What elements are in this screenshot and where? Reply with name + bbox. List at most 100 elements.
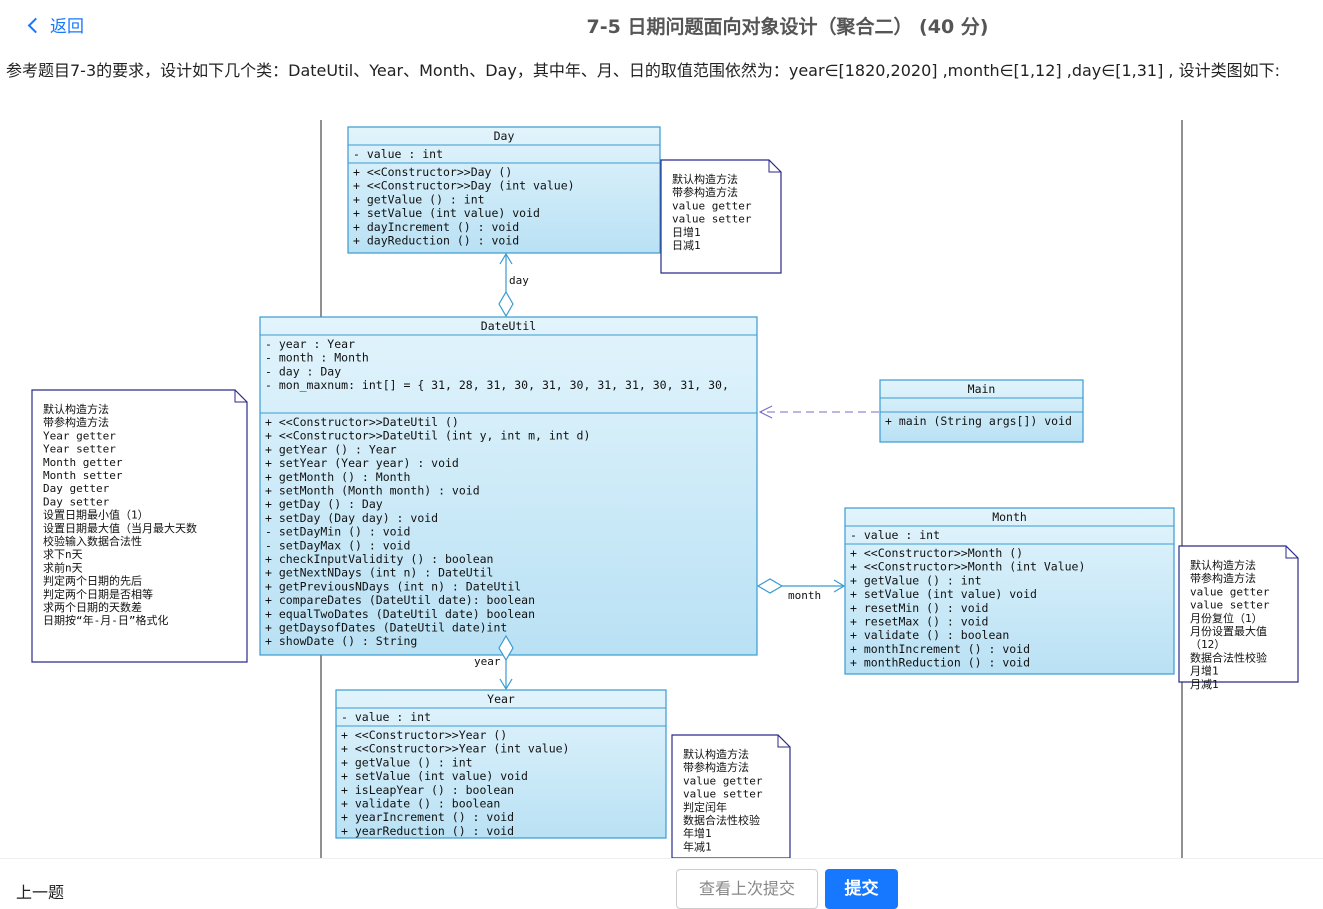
month-note-line: value getter bbox=[1190, 585, 1270, 598]
bottom-bar: 上一题 查看上次提交 提交 bbox=[0, 858, 1323, 909]
month-note-line: value setter bbox=[1190, 599, 1270, 612]
day-class: Day- value : int+ <<Constructor>>Day ()+… bbox=[347, 126, 661, 254]
day-attribute: - value : int bbox=[353, 147, 443, 161]
year-note-line: value setter bbox=[683, 788, 763, 801]
dateutil-note-line: 求下n天 bbox=[43, 548, 83, 561]
dateutil-note-line: 默认构造方法 bbox=[43, 402, 109, 416]
day-method: + dayReduction () : void bbox=[353, 234, 519, 248]
day-note-line: value getter bbox=[672, 199, 752, 212]
dateutil-note-line: Month getter bbox=[43, 456, 123, 469]
submit-button[interactable]: 提交 bbox=[825, 869, 898, 909]
dateutil-method: + setDay (Day day) : void bbox=[265, 511, 438, 525]
month-method: + <<Constructor>>Month () bbox=[850, 546, 1023, 560]
dateutil-attribute: - month : Month bbox=[265, 351, 369, 365]
year-method: + yearIncrement () : void bbox=[341, 810, 514, 824]
day-note: 默认构造方法带参构造方法value gettervalue setter日增1日… bbox=[660, 159, 782, 274]
dateutil-attribute: - mon_maxnum: int[] = { 31, 28, 31, 30, … bbox=[265, 378, 729, 392]
main-class-name: Main bbox=[968, 382, 996, 396]
view-last-submission-button[interactable]: 查看上次提交 bbox=[676, 869, 818, 909]
page-title: 7-5 日期问题面向对象设计（聚合二） (40 分) bbox=[586, 16, 989, 38]
day-note-line: 日增1 bbox=[672, 225, 701, 239]
month-note: 默认构造方法带参构造方法value gettervalue setter月份复位… bbox=[1178, 545, 1299, 691]
month-method: + monthReduction () : void bbox=[850, 656, 1030, 670]
dateutil-method: - setDayMax () : void bbox=[265, 538, 410, 552]
dateutil-method: + showDate () : String bbox=[265, 634, 417, 648]
year-note-line: 年增1 bbox=[683, 826, 712, 840]
year-note-line: 数据合法性校验 bbox=[683, 813, 760, 827]
dateutil-note-line: Year setter bbox=[43, 443, 116, 456]
dateutil-note-line: 求前n天 bbox=[43, 560, 83, 574]
top-bar: 返回 7-5 日期问题面向对象设计（聚合二） (40 分) bbox=[0, 0, 1323, 48]
year-method: + isLeapYear () : boolean bbox=[341, 783, 514, 797]
year-note-line: 带参构造方法 bbox=[683, 760, 749, 774]
day-method: + dayIncrement () : void bbox=[353, 220, 519, 234]
dateutil-note-line: 设置日期最大值（当月最大天数 bbox=[43, 521, 197, 535]
year-class-name: Year bbox=[487, 692, 515, 706]
day-note-line: 默认构造方法 bbox=[672, 172, 738, 186]
aggregation-diamond-icon bbox=[756, 578, 784, 594]
year-method: + getValue () : int bbox=[341, 755, 473, 769]
month-association-label: month bbox=[788, 589, 821, 602]
dateutil-note-line: 日期按“年-月-日”格式化 bbox=[43, 613, 169, 627]
dateutil-note-line: 校验输入数据合法性 bbox=[43, 534, 142, 548]
main-method: + main (String args[]) void bbox=[885, 414, 1072, 428]
day-method: + <<Constructor>>Day (int value) bbox=[353, 179, 575, 193]
dateutil-class-name: DateUtil bbox=[481, 319, 536, 333]
year-note-line: 默认构造方法 bbox=[683, 747, 749, 761]
dateutil-method: + getNextNDays (int n) : DateUtil bbox=[265, 566, 493, 580]
dateutil-method: + setYear (Year year) : void bbox=[265, 456, 459, 470]
dateutil-method: + <<Constructor>>DateUtil () bbox=[265, 415, 459, 429]
day-class-name: Day bbox=[494, 129, 515, 143]
day-method: + <<Constructor>>Day () bbox=[353, 165, 512, 179]
dateutil-method: - setDayMin () : void bbox=[265, 525, 410, 539]
year-class: Year - value : int + <<Constructor>>Year (… bbox=[335, 689, 667, 839]
dateutil-note-line: Day setter bbox=[43, 495, 110, 508]
month-note-line: （12） bbox=[1190, 638, 1225, 651]
dateutil-method: + checkInputValidity () : boolean bbox=[265, 552, 493, 566]
dateutil-method: + getYear () : Year bbox=[265, 442, 397, 456]
main-class: Main + main (String args[]) void bbox=[879, 379, 1084, 443]
year-method: + <<Constructor>>Year () bbox=[341, 728, 507, 742]
day-method: + getValue () : int bbox=[353, 192, 485, 206]
month-note-line: 默认构造方法 bbox=[1190, 558, 1256, 572]
dateutil-attribute: - day : Day bbox=[265, 364, 341, 378]
dateutil-method: + <<Constructor>>DateUtil (int y, int m,… bbox=[265, 429, 590, 443]
month-class: Month - value : int + <<Constructor>>Month… bbox=[844, 507, 1175, 675]
month-class-name: Month bbox=[992, 510, 1027, 524]
dateutil-attribute: - year : Year bbox=[265, 337, 355, 351]
month-method: + setValue (int value) void bbox=[850, 587, 1037, 601]
dateutil-method: + equalTwoDates (DateUtil date) boolean bbox=[265, 607, 535, 621]
year-method: + setValue (int value) void bbox=[341, 769, 528, 783]
year-method: + yearReduction () : void bbox=[341, 824, 514, 838]
dateutil-method: + getPreviousNDays (int n) : DateUtil bbox=[265, 579, 521, 593]
dateutil-note-line: Year getter bbox=[43, 429, 116, 442]
dateutil-method: + compareDates (DateUtil date): boolean bbox=[265, 593, 535, 607]
month-method: + <<Constructor>>Month (int Value) bbox=[850, 560, 1085, 574]
dateutil-note-line: 判定两个日期是否相等 bbox=[43, 587, 153, 601]
dateutil-note-line: 求两个日期的天数差 bbox=[43, 600, 142, 614]
dateutil-method: + getDay () : Day bbox=[265, 497, 383, 511]
month-note-line: 月份复位（1） bbox=[1190, 611, 1263, 625]
day-note-line: 带参构造方法 bbox=[672, 185, 738, 199]
dateutil-note-line: 设置日期最小值（1） bbox=[43, 509, 149, 522]
month-note-line: 带参构造方法 bbox=[1190, 571, 1256, 585]
uml-class-diagram: Day- value : int+ <<Constructor>>Day ()+… bbox=[31, 120, 1299, 858]
month-attribute: - value : int bbox=[850, 528, 940, 542]
month-note-line: 月减1 bbox=[1190, 678, 1219, 691]
dateutil-note-line: Day getter bbox=[43, 482, 110, 495]
problem-description: 参考题目7-3的要求，设计如下几个类：DateUtil、Year、Month、D… bbox=[6, 61, 1280, 80]
dateutil-note: 默认构造方法带参构造方法Year getterYear setterMonth … bbox=[31, 389, 248, 663]
year-method: + <<Constructor>>Year (int value) bbox=[341, 742, 569, 756]
year-note-line: 年减1 bbox=[683, 839, 712, 853]
prev-question-link[interactable]: 上一题 bbox=[16, 879, 64, 903]
month-note-line: 月份设置最大值 bbox=[1190, 624, 1267, 638]
year-method: + validate () : boolean bbox=[341, 797, 500, 811]
year-note-line: value getter bbox=[683, 774, 763, 787]
day-note-line: 日减1 bbox=[672, 239, 701, 252]
dateutil-method: + getDaysofDates (DateUtil date)int bbox=[265, 621, 507, 635]
dateutil-note-line: Month setter bbox=[43, 469, 123, 482]
year-note-line: 判定闰年 bbox=[683, 800, 727, 814]
year-attribute: - value : int bbox=[341, 710, 431, 724]
day-note-line: value setter bbox=[672, 213, 752, 226]
dateutil-method: + getMonth () : Month bbox=[265, 470, 410, 484]
